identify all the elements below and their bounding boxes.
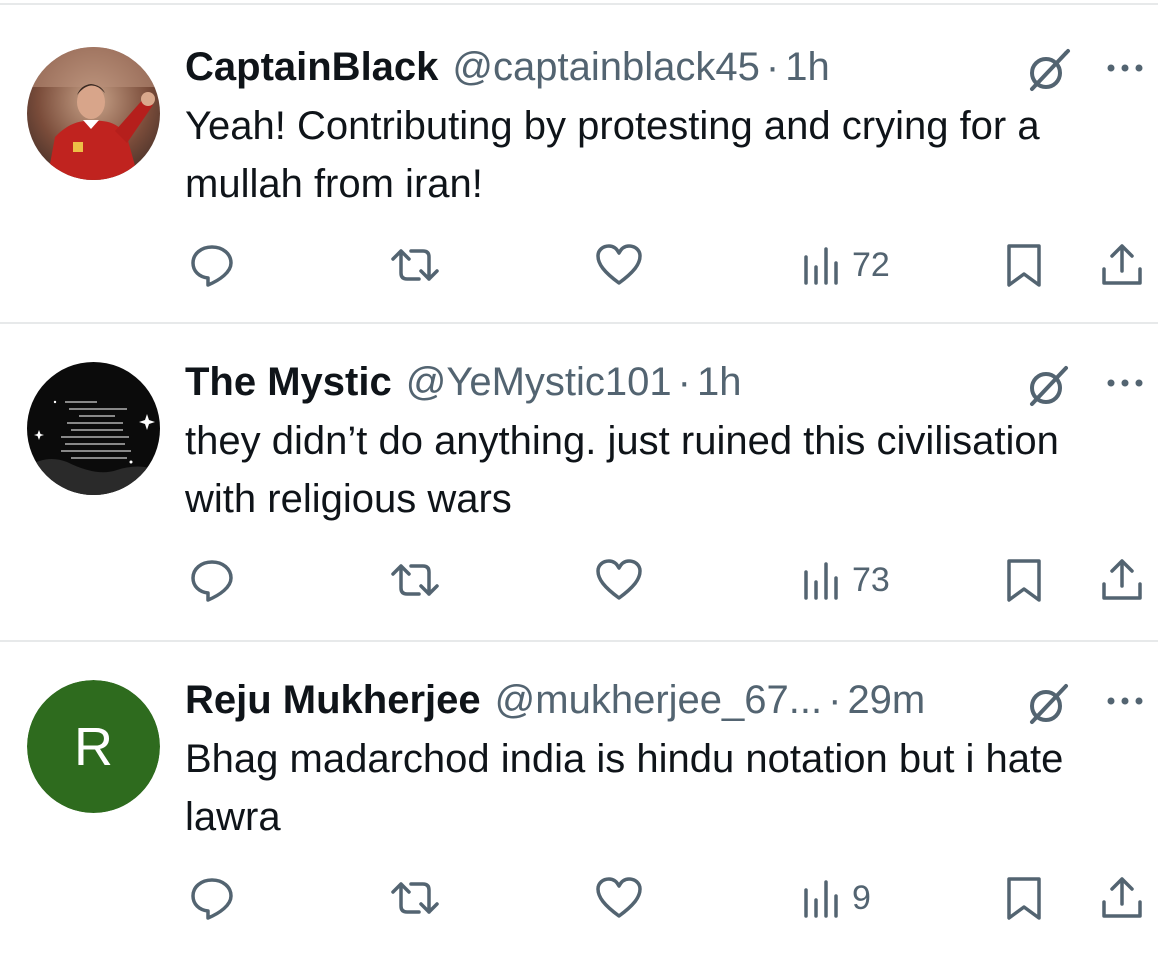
reply-button[interactable] — [188, 552, 236, 608]
tweet-header: CaptainBlack @captainblack45 · 1h — [185, 43, 830, 91]
bookmark-icon — [1007, 877, 1041, 920]
share-icon — [1102, 877, 1142, 918]
heart-icon — [596, 244, 642, 285]
like-button[interactable] — [594, 552, 644, 608]
retweet-button[interactable] — [385, 552, 445, 608]
tweet-header: Reju Mukherjee @mukherjee_67... · 29m — [185, 676, 925, 724]
views-button[interactable]: 73 — [802, 552, 890, 608]
avatar-photo — [27, 362, 160, 495]
avatar[interactable] — [27, 47, 160, 180]
display-name[interactable]: Reju Mukherjee — [185, 676, 481, 724]
more-icon[interactable] — [1104, 53, 1146, 83]
views-icon — [804, 880, 838, 918]
grok-icon[interactable] — [1024, 45, 1074, 95]
timestamp[interactable]: 1h — [697, 358, 742, 406]
avatar-photo — [27, 47, 160, 180]
display-name[interactable]: CaptainBlack — [185, 43, 438, 91]
like-button[interactable] — [594, 870, 644, 926]
tweet[interactable]: The Mystic @YeMystic101 · 1h they didn’t… — [0, 320, 1158, 636]
timestamp[interactable]: 1h — [785, 43, 830, 91]
bookmark-button[interactable] — [1000, 237, 1048, 293]
tweet-header: The Mystic @YeMystic101 · 1h — [185, 358, 741, 406]
views-button[interactable]: 9 — [802, 870, 871, 926]
reply-button[interactable] — [188, 870, 236, 926]
share-button[interactable] — [1098, 870, 1146, 926]
view-count: 73 — [852, 560, 890, 599]
heart-icon — [596, 559, 642, 600]
retweet-icon — [391, 564, 439, 596]
reply-icon — [191, 878, 233, 920]
user-handle[interactable]: @mukherjee_67... — [495, 676, 822, 724]
display-name[interactable]: The Mystic — [185, 358, 392, 406]
share-icon — [1102, 244, 1142, 285]
avatar[interactable]: R — [27, 680, 160, 813]
retweet-button[interactable] — [385, 870, 445, 926]
grok-icon[interactable] — [1024, 678, 1074, 728]
views-icon — [804, 247, 838, 285]
user-handle[interactable]: @YeMystic101 — [406, 358, 672, 406]
bookmark-button[interactable] — [1000, 552, 1048, 608]
heart-icon — [596, 877, 642, 918]
separator-dot: · — [765, 45, 780, 89]
view-count: 72 — [852, 245, 890, 284]
retweet-icon — [391, 882, 439, 914]
reply-button[interactable] — [188, 237, 236, 293]
reply-icon — [191, 245, 233, 287]
view-count: 9 — [852, 878, 871, 917]
bookmark-icon — [1007, 244, 1041, 287]
avatar[interactable] — [27, 362, 160, 495]
bookmark-button[interactable] — [1000, 870, 1048, 926]
bookmark-icon — [1007, 559, 1041, 602]
more-icon[interactable] — [1104, 368, 1146, 398]
tweet[interactable]: R Reju Mukherjee @mukherjee_67... · 29m … — [0, 638, 1158, 954]
views-icon — [804, 562, 838, 600]
more-icon[interactable] — [1104, 686, 1146, 716]
views-button[interactable]: 72 — [802, 237, 890, 293]
share-button[interactable] — [1098, 237, 1146, 293]
share-button[interactable] — [1098, 552, 1146, 608]
like-button[interactable] — [594, 237, 644, 293]
tweet-text: Yeah! Contributing by protesting and cry… — [185, 104, 1040, 206]
avatar-letter: R — [27, 680, 160, 813]
retweet-button[interactable] — [385, 237, 445, 293]
separator-dot: · — [677, 360, 691, 404]
tweet[interactable]: CaptainBlack @captainblack45 · 1h Yeah! … — [0, 5, 1158, 321]
reply-icon — [191, 560, 233, 602]
tweet-text: Bhag madarchod india is hindu notation b… — [185, 737, 1064, 839]
grok-icon[interactable] — [1024, 360, 1074, 410]
tweet-text: they didn’t do anything. just ruined thi… — [185, 419, 1059, 521]
retweet-icon — [391, 249, 439, 281]
share-icon — [1102, 559, 1142, 600]
timestamp[interactable]: 29m — [847, 676, 925, 724]
separator-dot: · — [828, 678, 842, 722]
user-handle[interactable]: @captainblack45 — [452, 43, 759, 91]
